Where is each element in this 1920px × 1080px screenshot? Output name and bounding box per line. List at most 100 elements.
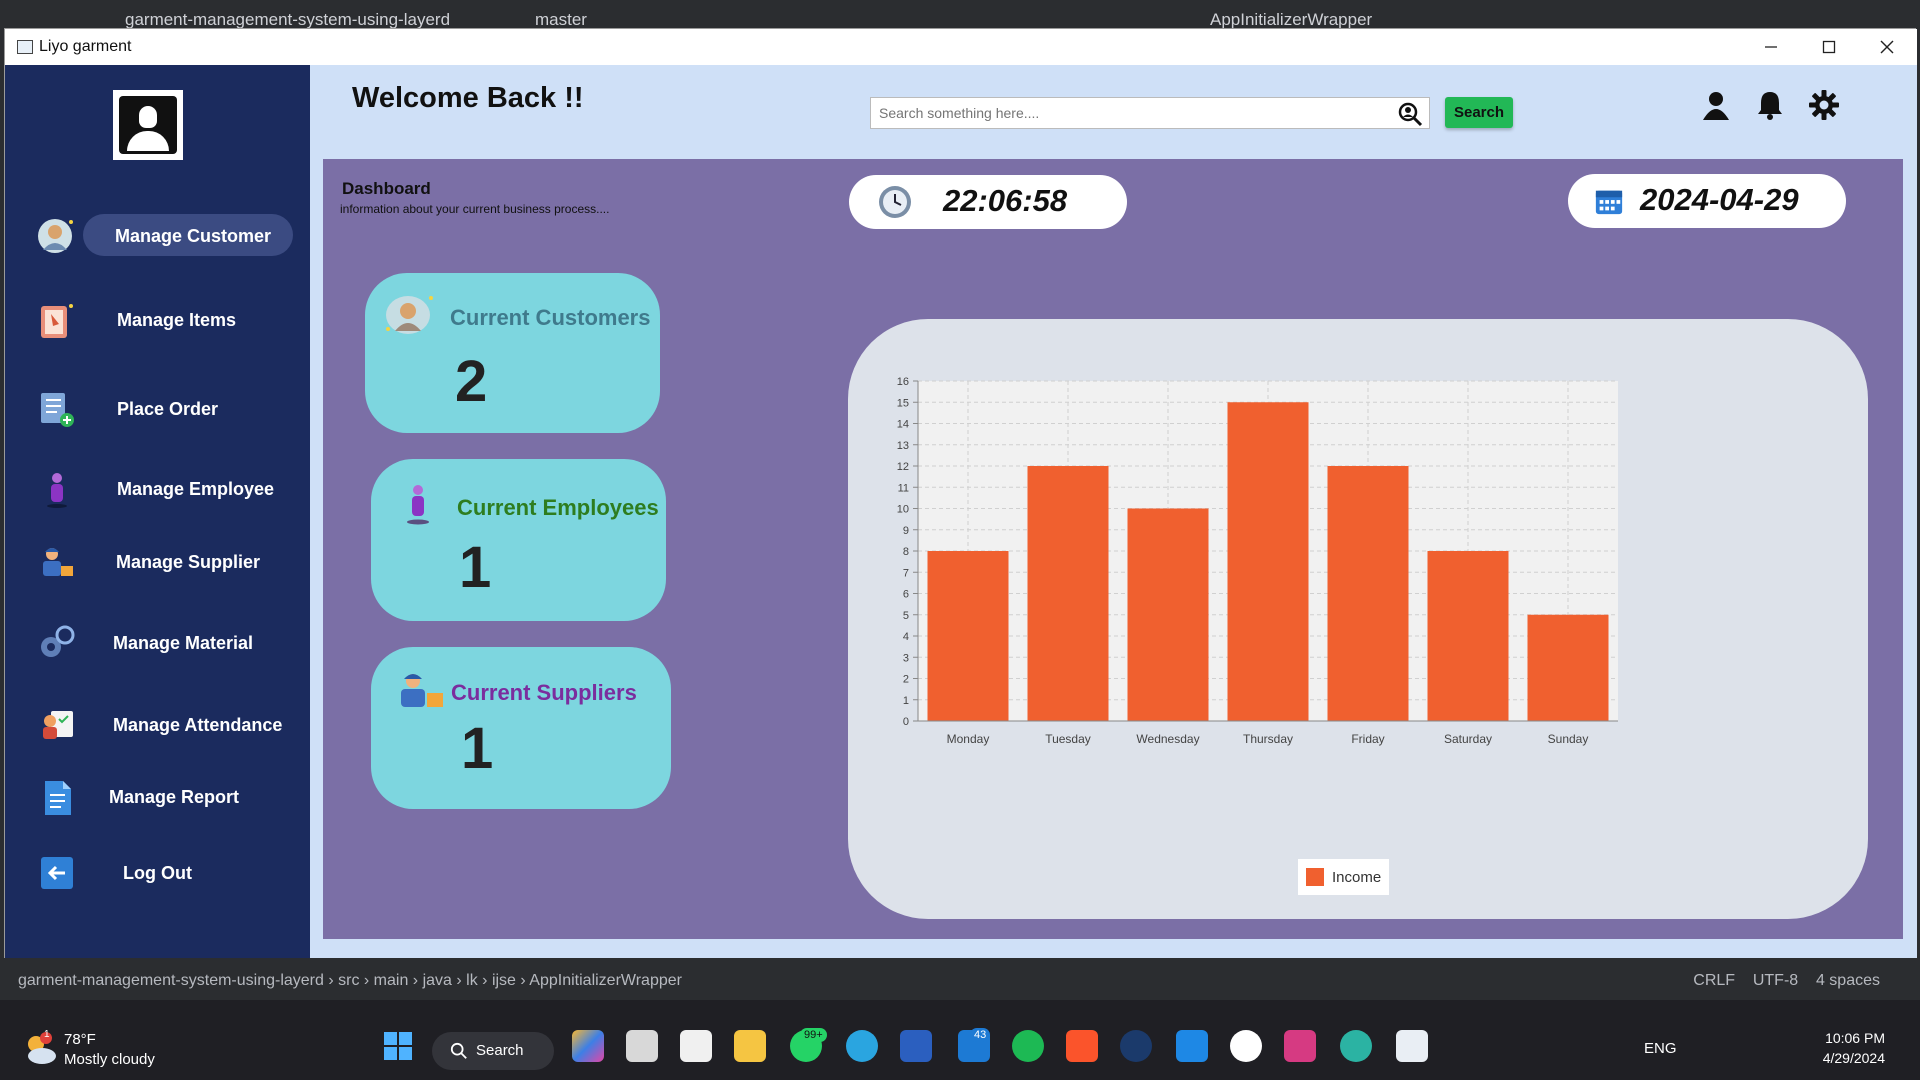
gear-icon[interactable] [1808, 89, 1840, 121]
telegram-icon[interactable] [846, 1030, 878, 1062]
language-indicator[interactable]: ENG [1644, 1040, 1677, 1057]
taskbar-time[interactable]: 10:06 PM [1795, 1030, 1885, 1046]
line-separator[interactable]: CRLF [1693, 972, 1735, 989]
bar-friday [1327, 466, 1409, 721]
customers-count: 2 [455, 349, 488, 414]
task-view-icon[interactable] [626, 1030, 658, 1062]
ide-project-title[interactable]: garment-management-system-using-layerd [125, 10, 450, 30]
bar-monday [927, 551, 1009, 721]
search-icon [450, 1042, 467, 1059]
copilot-icon[interactable] [572, 1030, 604, 1062]
time-value: 22:06:58 [943, 183, 1068, 218]
sidebar-item-label: Manage Items [117, 310, 237, 330]
bar-thursday [1227, 402, 1309, 721]
sidebar-item-manage-customer[interactable]: Manage Customer [5, 214, 310, 258]
breadcrumb-item[interactable]: AppInitializerWrapper [529, 972, 682, 989]
sidebar-item-manage-supplier[interactable]: Manage Supplier [5, 540, 310, 584]
sidebar-item-log-out[interactable]: Log Out [5, 851, 310, 895]
sidebar: Manage Customer Manage Items Place Order… [5, 65, 310, 959]
weather-icon[interactable] [22, 1032, 58, 1068]
spotify-icon[interactable] [1012, 1030, 1044, 1062]
breadcrumb-separator: › [515, 972, 530, 989]
x-tick-label: Thursday [1243, 732, 1293, 746]
search-input[interactable] [871, 98, 1391, 128]
maximize-button[interactable] [1800, 29, 1858, 65]
y-tick-label: 9 [903, 525, 909, 537]
sidebar-item-label: Place Order [117, 399, 219, 419]
window-title: Liyo garment [39, 38, 132, 55]
ide-branch[interactable]: master [535, 10, 587, 30]
search-container [870, 97, 1430, 129]
sidebar-item-manage-material[interactable]: Manage Material [5, 621, 310, 665]
taskbar-date[interactable]: 4/29/2024 [1795, 1050, 1885, 1066]
file-explorer-icon[interactable] [734, 1030, 766, 1062]
suppliers-card-title: Current Suppliers [451, 680, 637, 705]
app-icon [17, 40, 33, 54]
x-tick-label: Friday [1351, 732, 1384, 746]
search-button[interactable]: Search [1445, 97, 1513, 128]
search-icon[interactable] [1397, 101, 1423, 127]
vscode-icon[interactable] [1176, 1030, 1208, 1062]
user-icon[interactable] [1700, 89, 1732, 121]
breadcrumb-separator: › [477, 972, 492, 989]
bar-wednesday [1127, 508, 1209, 721]
legend-label: Income [1332, 868, 1382, 886]
indent-setting[interactable]: 4 spaces [1816, 972, 1880, 989]
breadcrumb-item[interactable]: java [423, 972, 452, 989]
clock-icon [879, 186, 911, 218]
bar-saturday [1427, 551, 1509, 721]
avatar-icon [119, 96, 177, 154]
bar-tuesday [1027, 466, 1109, 721]
breadcrumb-item[interactable]: main [374, 972, 409, 989]
date-display: 2024-04-29 [1568, 174, 1846, 228]
y-tick-label: 11 [898, 482, 909, 494]
java-app-icon[interactable] [1396, 1030, 1428, 1062]
suppliers-card: Current Suppliers 1 [371, 647, 671, 809]
customers-card: Current Customers 2 [365, 273, 660, 433]
sidebar-item-label: Manage Attendance [113, 715, 283, 735]
sidebar-item-manage-report[interactable]: Manage Report [5, 775, 310, 819]
encoding[interactable]: UTF-8 [1753, 972, 1798, 989]
report-icon [45, 781, 71, 815]
file-info: CRLF UTF-8 4 spaces [1693, 972, 1880, 990]
y-tick-label: 3 [903, 652, 909, 664]
dashboard-subtitle: information about your current business … [340, 202, 610, 216]
order-icon [41, 393, 74, 427]
bell-icon[interactable] [1754, 89, 1786, 121]
user-avatar[interactable] [113, 90, 183, 160]
employee-icon [47, 473, 67, 508]
sidebar-item-label: Manage Employee [117, 479, 275, 499]
sidebar-item-manage-employee[interactable]: Manage Employee [5, 467, 310, 511]
breadcrumb-item[interactable]: garment-management-system-using-layerd [18, 972, 324, 989]
sidebar-item-place-order[interactable]: Place Order [5, 387, 310, 431]
brave-icon[interactable] [1066, 1030, 1098, 1062]
y-tick-label: 0 [903, 716, 909, 728]
minimize-button[interactable] [1742, 29, 1800, 65]
word-icon[interactable] [900, 1030, 932, 1062]
breadcrumb-item[interactable]: ijse [492, 972, 516, 989]
weather-temperature: 78°F [64, 1031, 96, 1048]
employees-card: Current Employees 1 [371, 459, 666, 621]
chart-legend: Income [1298, 859, 1390, 895]
calendar-icon [1595, 190, 1623, 215]
breadcrumb-item[interactable]: lk [466, 972, 478, 989]
weather-badge: 1 [44, 1029, 50, 1040]
windows-start-icon[interactable] [382, 1030, 414, 1062]
taskbar: 1 78°F Mostly cloudy Search 99+ 43 ENG 1… [0, 1000, 1920, 1080]
edge-icon[interactable] [1340, 1030, 1372, 1062]
ide-run-config[interactable]: AppInitializerWrapper [1210, 10, 1372, 30]
sidebar-item-manage-items[interactable]: Manage Items [5, 298, 310, 342]
taskbar-search[interactable]: Search [432, 1032, 554, 1070]
close-button[interactable] [1858, 29, 1916, 65]
items-icon [41, 304, 73, 338]
sidebar-item-manage-attendance[interactable]: Manage Attendance [5, 703, 310, 747]
steam-icon[interactable] [1120, 1030, 1152, 1062]
sidebar-item-label: Manage Supplier [116, 552, 261, 572]
employees-count: 1 [459, 535, 492, 600]
dashboard-panel: Dashboard information about your current… [323, 159, 1903, 939]
breadcrumb-item[interactable]: src [338, 972, 359, 989]
app-window: Liyo garment Manage Customer Manage Item… [4, 28, 1917, 959]
store-icon[interactable] [680, 1030, 712, 1062]
intellij-icon[interactable] [1284, 1030, 1316, 1062]
github-icon[interactable] [1230, 1030, 1262, 1062]
